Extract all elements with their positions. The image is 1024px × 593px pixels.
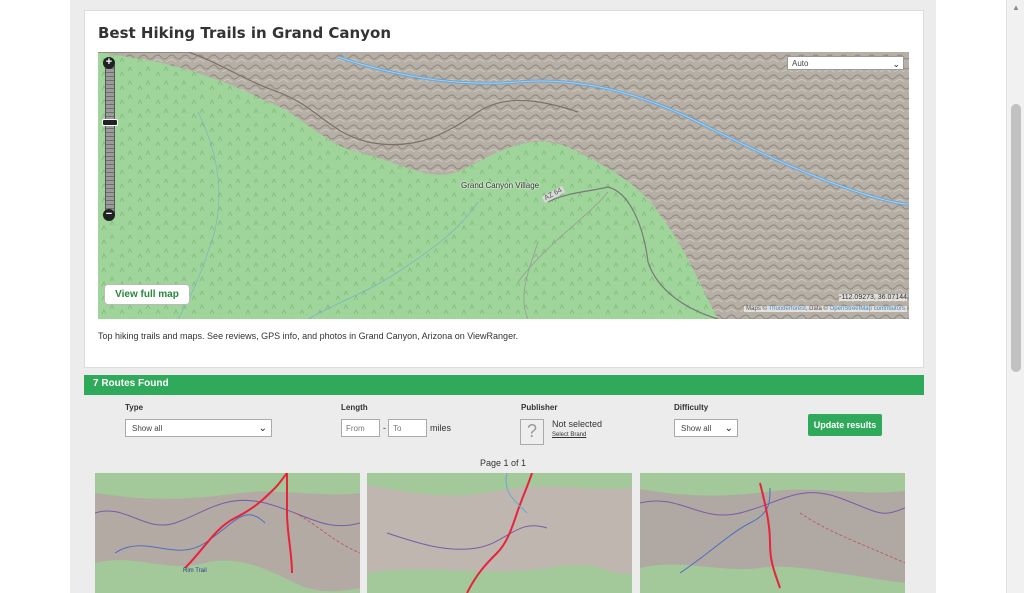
trail-map[interactable]: + − Auto ⌄ Grand Canyon Village AZ 64 Vi… [98,52,909,319]
map-card: Best Hiking Trails in Grand Canyon + − A… [84,10,924,368]
map-layer-value: Auto [792,59,809,68]
length-label: Length [341,403,368,412]
route-thumbnail[interactable] [367,473,632,593]
filters-panel: Type Show all ⌄ Length From - To miles P… [84,395,924,593]
chevron-down-icon: ⌄ [892,59,900,69]
type-label: Type [125,403,144,412]
attribution-link-osm[interactable]: OpenStreetMap contributors [830,306,905,312]
map-attribution: Maps © Thunderforest, Data © OpenStreetM… [744,306,907,312]
vertical-scrollbar[interactable]: ▲ [1006,0,1024,593]
route-map-caption: Rim Trail [183,568,207,574]
route-thumbnail[interactable]: Rim Trail [95,473,360,593]
minus-icon: − [105,208,113,220]
zoom-slider-track[interactable] [105,63,115,217]
view-full-map-button[interactable]: View full map [104,284,190,305]
route-thumbnail[interactable] [640,473,905,593]
page-margin-left [0,0,70,593]
type-select[interactable]: Show all ⌄ [125,419,272,437]
length-to-input[interactable]: To [388,419,427,437]
results-count: 7 Routes Found [93,378,169,389]
difficulty-select-value: Show all [681,424,712,433]
zoom-slider-handle[interactable] [102,118,118,126]
length-dash: - [383,423,386,433]
select-brand-link[interactable]: Select Brand [552,432,586,438]
attribution-mid: , Data © [805,306,828,312]
attribution-prefix: Maps © [746,306,767,312]
results-header: 7 Routes Found [84,375,924,395]
route-map-image [640,473,905,593]
place-label: Grand Canyon Village [461,181,540,190]
attribution-link-thunderforest[interactable]: Thunderforest [768,306,805,312]
scrollbar-thumb[interactable] [1011,104,1021,372]
publisher-value: Not selected [552,419,603,429]
length-unit: miles [430,423,452,433]
chevron-down-icon: ⌄ [724,423,733,434]
map-layer-select[interactable]: Auto ⌄ [787,56,904,70]
publisher-label: Publisher [521,403,558,412]
chevron-down-icon: ⌄ [258,423,267,434]
scroll-up-arrow-icon[interactable]: ▲ [1007,0,1024,16]
length-from-input[interactable]: From [341,419,380,437]
coordinates-readout: -112.09273, 36.07144 [839,294,907,301]
update-results-button[interactable]: Update results [808,414,882,436]
plus-icon: + [105,56,113,68]
page-description: Top hiking trails and maps. See reviews,… [98,331,519,341]
page-title: Best Hiking Trails in Grand Canyon [98,24,391,42]
route-map-image [367,473,632,593]
question-mark-icon[interactable]: ? [520,419,544,445]
zoom-out-button[interactable]: − [103,209,115,221]
difficulty-select[interactable]: Show all ⌄ [674,419,738,437]
pagination-label: Page 1 of 1 [480,458,527,468]
zoom-control[interactable]: + − [102,57,118,221]
zoom-in-button[interactable]: + [103,57,115,69]
type-select-value: Show all [132,424,163,433]
difficulty-label: Difficulty [674,403,709,412]
route-map-image [95,473,360,593]
